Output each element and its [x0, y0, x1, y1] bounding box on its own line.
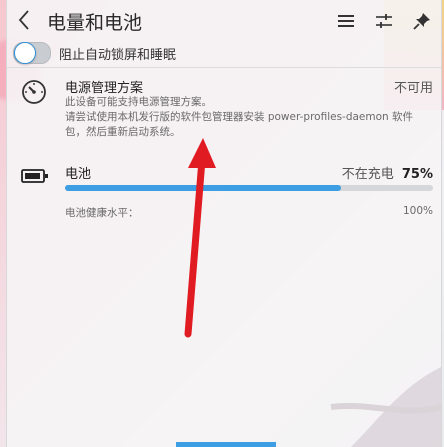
- pin-icon: [413, 13, 430, 30]
- header-actions: [335, 10, 433, 32]
- inhibit-toggle-row[interactable]: 阻止自动锁屏和睡眠: [13, 42, 176, 64]
- battery-status: 不在充电 75%: [342, 163, 433, 182]
- battery-title: 电池: [65, 167, 92, 182]
- inhibit-label: 阻止自动锁屏和睡眠: [59, 47, 177, 63]
- note-line: 包，然后重新启动系统。: [65, 126, 181, 138]
- battery-section: 电池 不在充电 75% 电池健康水平： 100%: [7, 160, 441, 220]
- pin-button[interactable]: [411, 10, 433, 32]
- inhibit-switch[interactable]: [13, 42, 51, 64]
- menu-button[interactable]: [335, 10, 357, 32]
- battery-icon: [21, 168, 49, 188]
- power-profile-title: 电源管理方案: [65, 81, 144, 96]
- wallpaper-leaf: [330, 367, 441, 447]
- power-profile-note: 此设备可能支持电源管理方案。 请尝试使用本机发行版的软件包管理器安装 power…: [65, 95, 427, 140]
- charge-state: 不在充电: [341, 167, 394, 182]
- health-value: 100%: [402, 205, 433, 217]
- divider: [7, 67, 441, 68]
- sliders-icon: [376, 14, 392, 28]
- speedometer-icon: [21, 79, 47, 109]
- back-button[interactable]: [17, 9, 35, 33]
- page-title: 电量和电池: [47, 12, 143, 34]
- note-line: 此设备可能支持电源管理方案。: [65, 96, 212, 108]
- battery-applet-panel: 电量和电池 阻止自动锁屏和睡眠 电源管理方案 不可用 此设备可能支持电源管理方案…: [6, 0, 442, 447]
- battery-level-bar: [65, 185, 433, 191]
- applet-header: 电量和电池: [7, 0, 441, 42]
- power-profile-status: 不可用: [393, 81, 433, 96]
- configure-button[interactable]: [373, 10, 395, 32]
- chevron-left-icon: [18, 10, 29, 30]
- health-label: 电池健康水平：: [65, 207, 139, 219]
- battery-level-fill: [65, 185, 341, 191]
- hamburger-icon: [338, 15, 354, 27]
- scroll-indicator: [176, 442, 276, 447]
- battery-percent: 75%: [401, 167, 433, 182]
- switch-knob: [14, 42, 36, 64]
- power-profile-section: 电源管理方案 不可用 此设备可能支持电源管理方案。 请尝试使用本机发行版的软件包…: [7, 74, 441, 144]
- note-line: 请尝试使用本机发行版的软件包管理器安装 power-profiles-daemo…: [65, 111, 414, 123]
